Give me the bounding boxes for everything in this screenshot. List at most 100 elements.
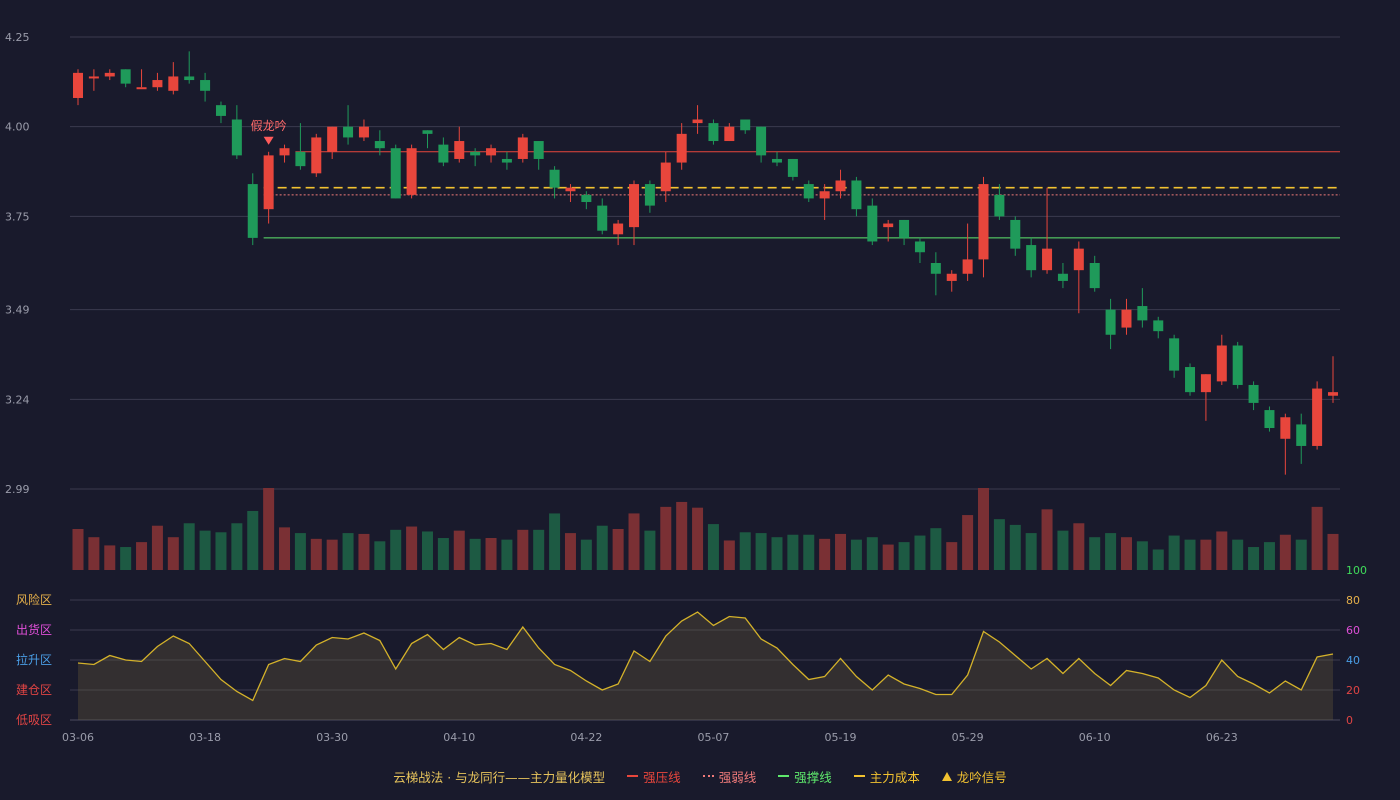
candle-body — [184, 76, 195, 81]
candle-body — [724, 126, 735, 142]
volume-bar — [1073, 523, 1085, 570]
oscillator-layer — [77, 611, 1334, 720]
legend-item-pressure: 强压线 — [627, 767, 681, 786]
y-tick-label: 4.00 — [5, 121, 30, 134]
volume-bar — [358, 533, 370, 570]
candle-body — [1153, 320, 1164, 332]
legend-swatch-dotted — [702, 775, 714, 777]
candle-body — [676, 133, 687, 163]
volume-bar — [692, 507, 704, 570]
candle-body — [549, 169, 560, 188]
candle-body — [692, 119, 703, 124]
candle-body — [581, 194, 592, 203]
chart-stage: 假龙吟 4.25 4.00 3.75 3.49 3.24 2.99 0 20 40 60 80 100… — [0, 0, 1400, 800]
legend-item-weak: 强弱线 — [702, 767, 757, 786]
volume-bar — [1200, 539, 1212, 570]
volume-bar — [501, 539, 513, 570]
volume-bar — [104, 545, 116, 570]
volume-bar — [644, 530, 656, 570]
volume-bar — [930, 528, 942, 570]
x-tick-label: 05-07 — [697, 731, 729, 744]
volume-bar — [517, 529, 529, 570]
zone-label: 建仓区 — [16, 683, 52, 697]
candle-body — [486, 148, 497, 156]
candle-body — [327, 126, 338, 152]
volume-bar — [1025, 533, 1037, 570]
volume-bar — [1311, 506, 1323, 570]
candle-body — [1232, 345, 1243, 385]
y-tick-label: 3.49 — [5, 304, 30, 317]
candle-body — [295, 151, 306, 167]
volume-bar — [167, 537, 179, 570]
candle-body — [1296, 424, 1307, 446]
candle-body — [311, 137, 322, 174]
candle-body — [517, 137, 528, 159]
volume-bar — [374, 541, 386, 570]
volume-bar — [596, 525, 608, 570]
candle-body — [1073, 248, 1084, 271]
candles-layer: 假龙吟 — [73, 51, 1338, 475]
legend-label: 主力成本 — [869, 769, 920, 785]
candle-body — [946, 273, 957, 281]
volume-bar — [533, 529, 545, 570]
y-tick-label: 2.99 — [5, 483, 30, 496]
legend-label: 强弱线 — [718, 769, 757, 785]
candle-body — [1264, 410, 1275, 429]
candle-body — [835, 180, 846, 192]
volume-bar — [294, 533, 306, 570]
volume-bar — [898, 542, 910, 570]
zone-label: 出货区 — [16, 622, 52, 637]
volume-bar — [1057, 530, 1069, 570]
volume-bar — [946, 542, 958, 570]
candle-body — [930, 263, 941, 274]
candle-body — [1185, 367, 1196, 393]
volume-bar — [962, 515, 974, 570]
candle-body — [88, 76, 99, 79]
y-tick-label: 3.75 — [5, 210, 30, 223]
volume-bar — [326, 539, 338, 570]
volume-bar — [707, 524, 719, 570]
volume-bar — [612, 529, 624, 570]
candle-body — [962, 259, 973, 274]
volume-bar — [1168, 535, 1180, 570]
volume-bar — [390, 529, 402, 570]
candle-body — [168, 76, 179, 91]
volume-bar — [1152, 549, 1164, 570]
volume-bar — [914, 535, 926, 570]
volume-bar — [263, 488, 275, 570]
osc-tick-label: 60 — [1346, 624, 1360, 637]
osc-tick-label: 80 — [1346, 594, 1360, 607]
volume-bar — [1009, 524, 1021, 570]
candle-body — [104, 72, 115, 77]
candle-body — [708, 123, 719, 142]
candle-body — [740, 119, 751, 131]
candle-body — [899, 219, 910, 238]
legend-item-cost: 主力成本 — [853, 767, 920, 786]
volume-bar — [1327, 533, 1339, 570]
candle-body — [1328, 392, 1338, 396]
candle-body — [819, 191, 830, 199]
x-tick-label: 05-29 — [952, 731, 984, 744]
volume-bar — [120, 547, 132, 570]
candle-body — [978, 184, 989, 260]
arrow-down-icon — [263, 136, 274, 145]
volume-bar — [72, 529, 84, 570]
volume-bar — [580, 539, 592, 570]
volume-bar — [866, 537, 878, 570]
volume-bar — [421, 531, 433, 570]
legend: 云梯战法 · 与龙同行——主力量化模型 强压线 强弱线 强撑线 主力成本 龙吟信… — [0, 766, 1400, 786]
candle-body — [231, 119, 242, 156]
volume-bar — [406, 526, 418, 570]
volume-bar — [1263, 542, 1275, 570]
x-tick-label: 04-22 — [570, 731, 602, 744]
volume-bar — [437, 538, 449, 570]
candle-body — [438, 144, 449, 163]
volume-bar — [199, 530, 211, 570]
volume-bar — [787, 534, 799, 570]
volume-bar — [755, 533, 767, 570]
candle-body — [390, 148, 401, 199]
candle-body — [533, 141, 544, 159]
volume-bar — [279, 527, 291, 570]
volume-bar — [882, 544, 894, 570]
candle-body — [1026, 245, 1037, 271]
